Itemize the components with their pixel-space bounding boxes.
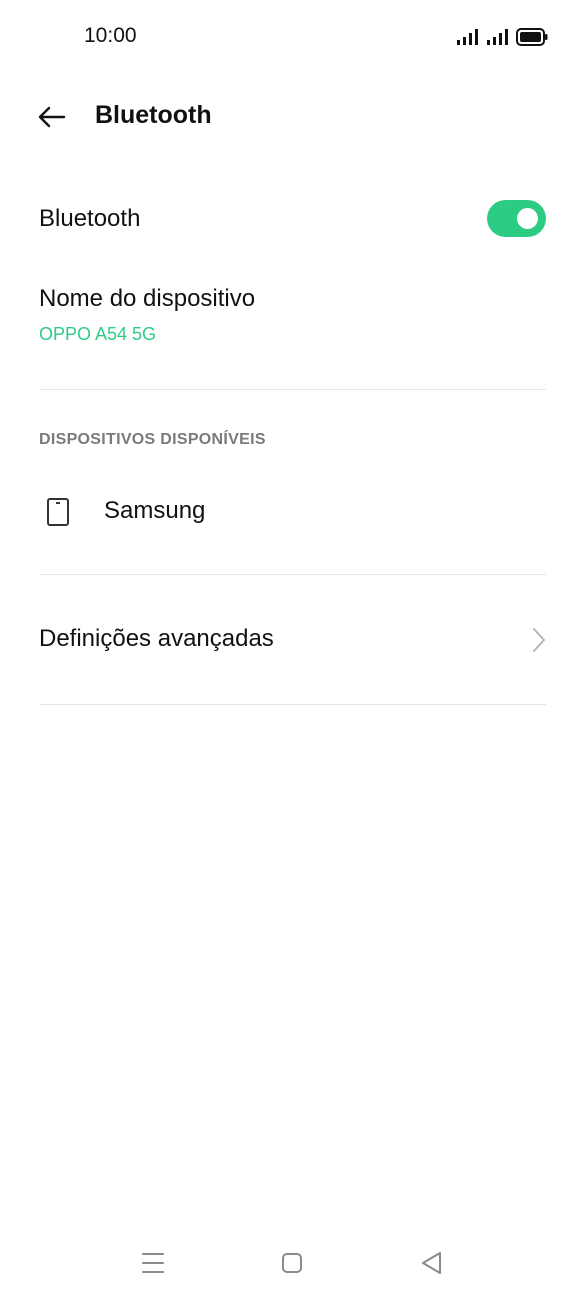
device-name-row[interactable]: Nome do dispositivo OPPO A54 5G [0,270,585,380]
bluetooth-label: Bluetooth [39,205,141,232]
back-arrow-icon[interactable] [36,102,66,132]
home-icon[interactable] [279,1250,305,1276]
device-name-value: OPPO A54 5G [39,324,157,344]
back-triangle-icon[interactable] [419,1250,445,1276]
divider [39,389,546,390]
device-name-label: Nome do dispositivo [39,285,256,312]
device-item-samsung[interactable]: Samsung [0,480,585,546]
advanced-settings-row[interactable]: Definições avançadas [0,600,585,680]
chevron-right-icon [533,628,545,652]
status-icons [456,28,548,46]
signal-icon [457,29,478,45]
phone-icon [47,498,69,526]
bluetooth-toggle[interactable] [487,200,546,237]
advanced-settings-label: Definições avançadas [39,625,274,652]
page-title: Bluetooth [95,101,212,129]
section-heading-available-devices: DISPOSITIVOS DISPONÍVEIS [39,431,266,448]
battery-icon [516,28,548,46]
toggle-knob [517,208,538,229]
device-name: Samsung [104,497,206,524]
menu-icon[interactable] [140,1250,166,1276]
signal-icon-2 [487,29,508,45]
divider [39,704,546,705]
divider [39,574,546,575]
status-time: 10:00 [84,24,137,47]
